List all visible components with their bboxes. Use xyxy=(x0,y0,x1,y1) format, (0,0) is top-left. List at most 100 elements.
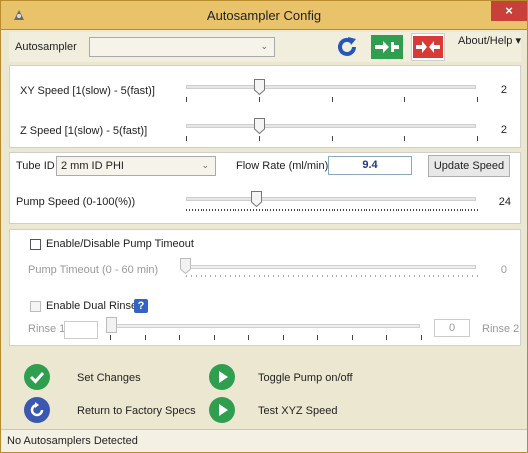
slider-tick xyxy=(467,275,469,277)
slider-tick xyxy=(477,136,478,141)
xy-speed-track[interactable] xyxy=(186,85,476,89)
slider-tick xyxy=(232,209,234,211)
slider-tick xyxy=(355,275,357,277)
slider-tick xyxy=(331,136,333,141)
slider-tick xyxy=(401,209,403,211)
slider-tick xyxy=(241,209,243,211)
slider-tick xyxy=(456,209,458,211)
rinse-slider-thumb[interactable] xyxy=(106,317,117,333)
slider-tick xyxy=(186,136,187,141)
slider-tick xyxy=(215,275,217,277)
help-icon[interactable]: ? xyxy=(134,299,148,313)
slider-tick xyxy=(213,335,215,340)
slider-tick xyxy=(428,275,430,277)
slider-tick xyxy=(474,209,476,211)
slider-tick xyxy=(452,275,454,277)
slider-tick xyxy=(375,209,377,211)
slider-tick xyxy=(443,275,445,277)
z-speed-track[interactable] xyxy=(186,124,476,128)
slider-tick xyxy=(110,335,111,340)
slider-tick xyxy=(325,209,327,211)
chevron-down-icon: ⌄ xyxy=(260,41,268,51)
slider-tick xyxy=(337,209,339,211)
slider-tick xyxy=(370,275,372,277)
autosampler-config-window: Autosampler Config × Autosampler ⌄ About… xyxy=(0,0,528,453)
slider-tick xyxy=(395,209,397,211)
close-button[interactable]: × xyxy=(491,1,527,21)
status-bar: No Autosamplers Detected xyxy=(1,429,527,452)
title-bar: Autosampler Config × xyxy=(1,1,527,30)
slider-tick xyxy=(305,209,307,211)
pump-speed-value: 24 xyxy=(498,196,511,208)
z-speed-slider-thumb[interactable] xyxy=(253,118,265,134)
slider-tick xyxy=(273,209,275,211)
slider-tick xyxy=(340,209,342,211)
set-changes-label: Set Changes xyxy=(77,372,141,384)
slider-tick xyxy=(220,209,222,211)
slider-tick xyxy=(399,275,401,277)
slider-tick xyxy=(206,209,208,211)
rinse2-label: Rinse 2 xyxy=(482,323,520,335)
status-text: No Autosamplers Detected xyxy=(7,435,138,447)
slider-tick xyxy=(346,275,348,277)
tube-id-select[interactable]: 2 mm ID PHI ⌄ xyxy=(56,156,216,176)
update-speed-button[interactable]: Update Speed xyxy=(428,155,510,177)
slider-tick xyxy=(453,209,455,211)
slider-tick xyxy=(253,275,255,277)
xy-speed-slider-thumb[interactable] xyxy=(253,79,265,95)
pump-timeout-slider-thumb[interactable] xyxy=(180,258,191,274)
slider-tick xyxy=(234,275,236,277)
slider-tick xyxy=(386,209,388,211)
connect-button[interactable] xyxy=(371,35,403,59)
toggle-pump-button[interactable] xyxy=(208,363,236,391)
slider-tick xyxy=(249,275,251,277)
slider-tick xyxy=(264,209,266,211)
slider-tick xyxy=(439,209,441,211)
pump-speed-track[interactable] xyxy=(186,197,476,201)
slider-tick xyxy=(144,335,146,340)
slider-tick xyxy=(433,275,435,277)
test-xyz-button[interactable] xyxy=(208,396,236,424)
slider-tick xyxy=(398,209,400,211)
play-icon xyxy=(209,364,235,390)
flow-rate-input[interactable]: 9.4 xyxy=(328,156,412,175)
slider-tick xyxy=(369,209,371,211)
pump-timeout-checkbox[interactable] xyxy=(30,239,41,250)
slider-tick xyxy=(276,209,278,211)
slider-tick xyxy=(389,275,391,277)
pump-timeout-label: Pump Timeout (0 - 60 min) xyxy=(28,264,159,276)
slider-tick xyxy=(366,209,368,211)
disconnect-button[interactable] xyxy=(411,33,445,61)
slider-tick xyxy=(210,275,212,277)
rinse2-input[interactable]: 0 xyxy=(434,319,470,337)
slider-tick xyxy=(316,275,318,277)
slider-tick xyxy=(404,97,406,102)
autosampler-select[interactable]: ⌄ xyxy=(89,37,275,57)
refresh-icon[interactable] xyxy=(335,35,359,59)
slider-tick xyxy=(244,209,246,211)
tube-id-label: Tube ID xyxy=(16,160,55,172)
slider-tick xyxy=(326,275,328,277)
z-speed-value: 2 xyxy=(500,124,507,136)
slider-tick xyxy=(200,275,202,277)
pump-speed-slider-thumb[interactable] xyxy=(250,191,262,207)
rinse1-input[interactable] xyxy=(64,321,98,339)
slider-tick xyxy=(413,275,415,277)
plug-connected-icon xyxy=(375,41,399,53)
slider-tick xyxy=(226,209,228,211)
slider-tick xyxy=(209,209,211,211)
slider-tick xyxy=(293,209,295,211)
slider-tick xyxy=(427,209,429,211)
slider-tick xyxy=(215,209,217,211)
slider-tick xyxy=(336,275,338,277)
slider-tick xyxy=(224,275,226,277)
dual-rinse-checkbox[interactable] xyxy=(30,301,41,312)
slider-tick xyxy=(404,209,406,211)
slider-tick xyxy=(200,209,202,211)
rinse-slider-track[interactable] xyxy=(110,324,420,328)
pump-timeout-track[interactable] xyxy=(186,265,476,269)
factory-reset-button[interactable] xyxy=(23,396,51,424)
about-help-menu[interactable]: About/Help ▾ xyxy=(458,34,521,47)
slider-tick xyxy=(410,209,412,211)
set-changes-button[interactable] xyxy=(23,363,51,391)
